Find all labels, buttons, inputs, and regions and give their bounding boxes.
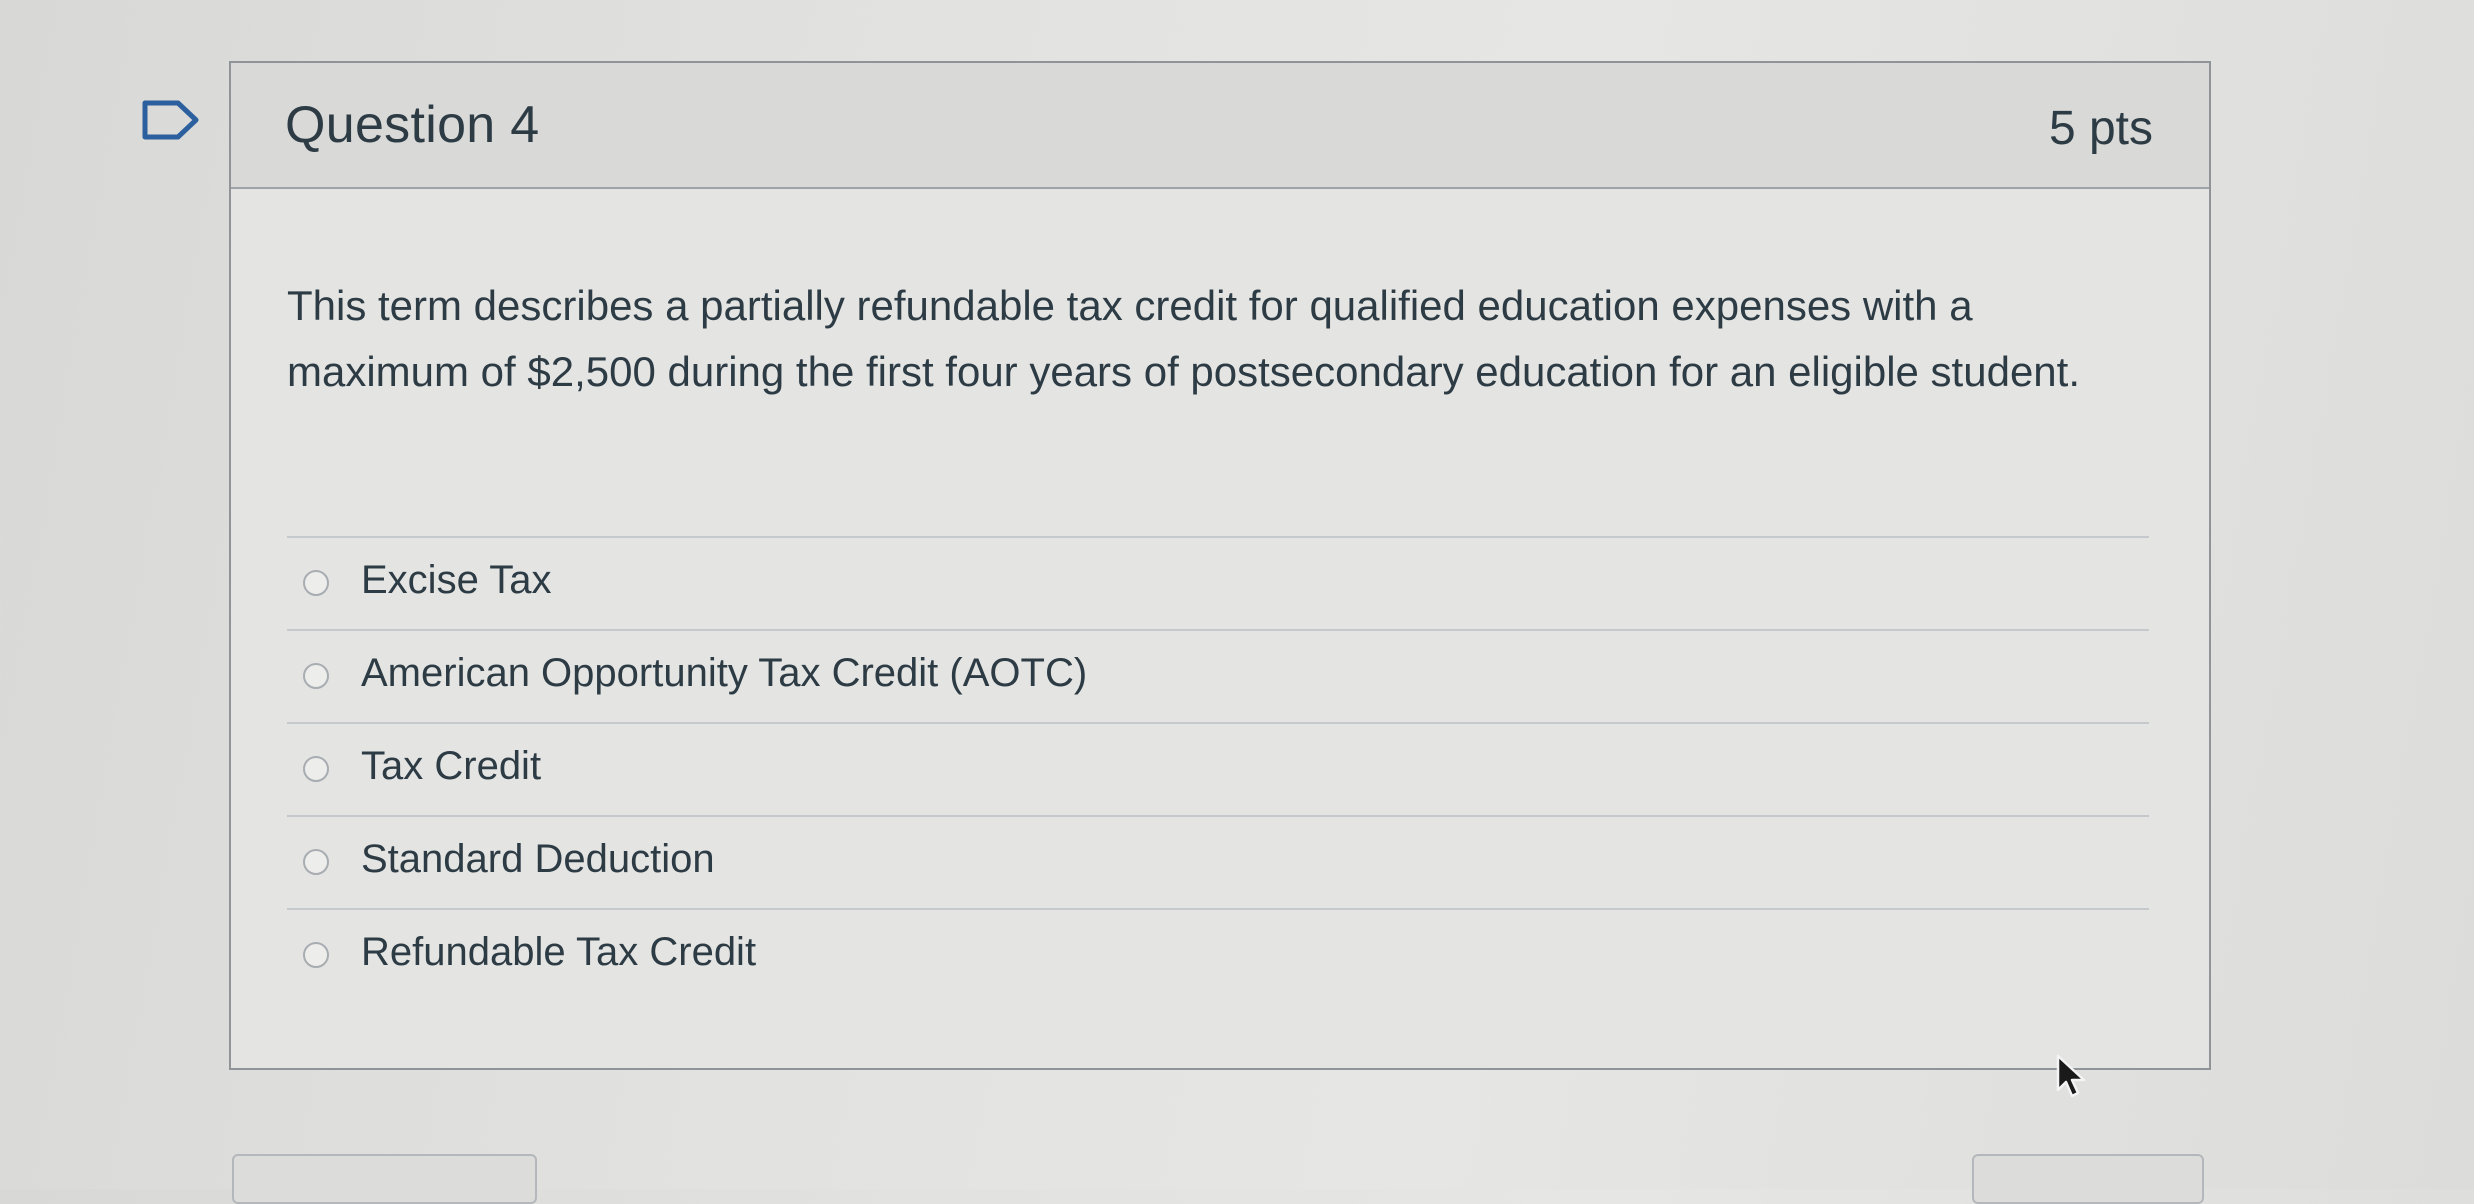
answer-option[interactable]: Refundable Tax Credit (287, 910, 2149, 1003)
answer-label[interactable]: Standard Deduction (361, 837, 715, 882)
answer-label[interactable]: Tax Credit (361, 744, 541, 789)
answer-option[interactable]: Excise Tax (287, 538, 2149, 631)
answer-list: Excise Tax American Opportunity Tax Cred… (287, 538, 2149, 1003)
mouse-cursor-icon (2056, 1054, 2086, 1098)
question-header: Question 4 5 pts (231, 63, 2209, 189)
next-button[interactable] (1972, 1154, 2204, 1204)
answer-label[interactable]: Excise Tax (361, 558, 551, 603)
answer-label[interactable]: Refundable Tax Credit (361, 930, 756, 975)
answer-label[interactable]: American Opportunity Tax Credit (AOTC) (361, 651, 1087, 696)
radio-button[interactable] (303, 942, 329, 968)
question-points: 5 pts (2048, 102, 2153, 155)
radio-button[interactable] (303, 849, 329, 875)
question-title: Question 4 (285, 96, 540, 154)
radio-button[interactable] (303, 570, 329, 596)
answer-option[interactable]: American Opportunity Tax Credit (AOTC) (287, 631, 2149, 724)
previous-button[interactable] (232, 1154, 537, 1204)
radio-button[interactable] (303, 663, 329, 689)
radio-button[interactable] (303, 756, 329, 782)
answer-option[interactable]: Standard Deduction (287, 817, 2149, 910)
question-card: Question 4 5 pts This term describes a p… (229, 61, 2211, 1070)
answer-option[interactable]: Tax Credit (287, 724, 2149, 817)
question-text: This term describes a partially refundab… (287, 282, 2080, 395)
flag-question-icon[interactable] (142, 100, 200, 140)
